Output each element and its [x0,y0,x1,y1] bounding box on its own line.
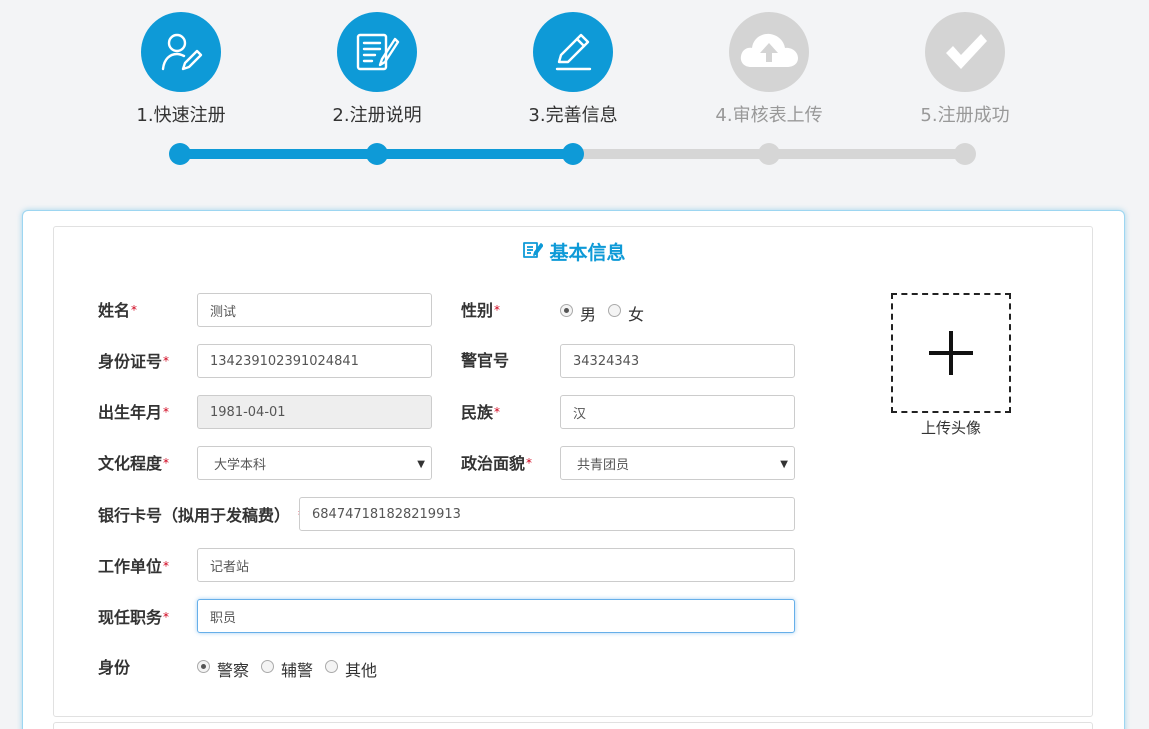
birth-label: 出生年月* [98,403,170,422]
identity-option-police[interactable]: 警察 [197,657,249,681]
name-label: 姓名* [98,301,138,320]
step-label: 3.完善信息 [528,105,618,126]
education-selected: 大学本科 [214,457,267,473]
progress-dot-4 [758,143,780,165]
progress-dot-2 [366,143,388,165]
politics-label: 政治面貌* [461,454,533,473]
officer-no-input[interactable]: 34324343 [560,344,795,378]
progress-dot-5 [954,143,976,165]
gender-option-male[interactable]: 男 [560,301,596,325]
step-complete-info: 3.完善信息 [493,12,653,127]
avatar-upload-label: 上传头像 [920,419,981,437]
id-number-label: 身份证号* [98,352,170,371]
id-number-input[interactable]: 134239102391024841 [197,344,432,378]
progress-dot-3 [562,143,584,165]
cloud-upload-icon [729,12,809,92]
position-input[interactable]: 职员 [197,599,795,633]
radio-button[interactable] [197,659,210,673]
plus-icon [929,331,973,375]
gender-radio-group: 男 女 [560,301,656,325]
birth-date-input[interactable]: 1981-04-01 [197,395,432,429]
step-label: 2.注册说明 [332,105,422,126]
name-input[interactable]: 测试 [197,293,432,327]
officer-no-label: 警官号 [461,351,510,370]
step-register-success: 5.注册成功 [885,12,1045,127]
progress-dot-1 [169,143,191,165]
step-quick-register: 1.快速注册 [101,12,261,127]
caret-down-icon: ▼ [780,459,788,470]
radio-button[interactable] [261,659,275,673]
bank-card-input[interactable]: 684747181828219913 [299,497,795,531]
avatar-upload-button[interactable] [891,293,1011,413]
ethnicity-input[interactable]: 汉 [560,395,795,429]
section-title-text: 基本信息 [549,242,626,264]
user-edit-icon [141,12,221,92]
work-unit-input[interactable]: 记者站 [197,548,795,582]
ethnicity-label: 民族* [461,403,501,422]
work-unit-label: 工作单位* [98,557,170,576]
identity-label: 身份 [98,658,131,677]
next-panel [53,722,1093,729]
step-label: 1.快速注册 [136,105,226,126]
identity-option-other[interactable]: 其他 [325,657,377,681]
education-select[interactable]: 大学本科 ▼ [197,446,432,480]
edit-icon [523,241,544,265]
radio-button[interactable] [608,303,622,317]
politics-selected: 共青团员 [577,457,630,473]
checkmark-icon [925,12,1005,92]
radio-button[interactable] [325,659,339,673]
radio-button[interactable] [560,303,573,317]
bank-card-label: 银行卡号（拟用于发稿费）* [98,506,304,525]
education-label: 文化程度* [98,454,170,473]
caret-down-icon: ▼ [417,459,425,470]
document-edit-icon [337,12,417,92]
politics-select[interactable]: 共青团员 ▼ [560,446,795,480]
gender-label: 性别* [461,301,501,320]
pencil-icon [533,12,613,92]
step-label: 5.注册成功 [920,105,1010,126]
identity-option-auxiliary[interactable]: 辅警 [261,657,313,681]
step-register-notes: 2.注册说明 [297,12,457,127]
gender-option-female[interactable]: 女 [608,301,644,325]
section-title: 基本信息 [0,241,1149,265]
identity-radio-group: 警察 辅警 其他 [197,657,389,681]
step-upload-form: 4.审核表上传 [689,12,849,127]
position-label: 现任职务* [98,608,170,627]
step-label: 4.审核表上传 [715,105,823,126]
